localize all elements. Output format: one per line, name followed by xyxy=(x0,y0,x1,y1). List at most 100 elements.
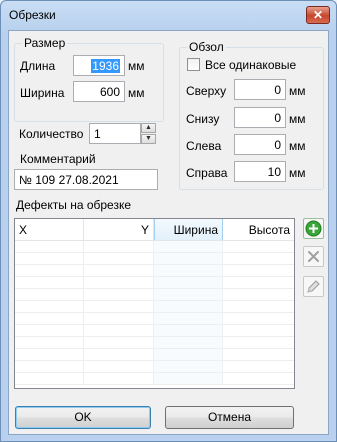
table-empty-cell xyxy=(223,253,294,264)
table-empty-cell xyxy=(223,337,294,348)
table-empty-cell xyxy=(84,361,154,372)
table-empty-cell xyxy=(15,277,84,288)
table-empty-cell xyxy=(154,325,223,336)
all-equal-checkbox[interactable] xyxy=(187,58,200,71)
edit-defect-button[interactable] xyxy=(303,276,324,297)
close-icon: ✕ xyxy=(312,8,324,22)
table-body xyxy=(15,241,294,385)
table-empty-cell xyxy=(154,361,223,372)
table-empty-cell xyxy=(84,265,154,276)
bottom-input[interactable]: 0 xyxy=(234,107,286,128)
length-unit: мм xyxy=(128,59,145,73)
left-label: Слева xyxy=(186,139,222,153)
table-empty-row xyxy=(15,373,294,385)
table-empty-cell xyxy=(15,253,84,264)
table-empty-cell xyxy=(154,313,223,324)
bottom-unit: мм xyxy=(289,112,306,126)
table-empty-cell xyxy=(154,373,223,384)
spin-up-icon[interactable]: ▲ xyxy=(141,123,156,133)
column-header-x[interactable]: X xyxy=(15,219,84,240)
table-empty-cell xyxy=(15,313,84,324)
table-empty-cell xyxy=(84,241,154,252)
table-empty-row xyxy=(15,313,294,325)
column-header-width[interactable]: Ширина xyxy=(154,219,223,240)
width-input[interactable]: 600 xyxy=(73,81,125,102)
table-empty-cell xyxy=(15,361,84,372)
table-empty-row xyxy=(15,265,294,277)
comment-label: Комментарий xyxy=(20,152,96,166)
bottom-value: 0 xyxy=(274,111,281,125)
right-value: 10 xyxy=(267,165,281,179)
table-empty-cell xyxy=(84,253,154,264)
table-empty-cell xyxy=(223,373,294,384)
width-unit: мм xyxy=(128,86,145,100)
table-empty-cell xyxy=(154,241,223,252)
table-empty-cell xyxy=(223,289,294,300)
left-unit: мм xyxy=(289,139,306,153)
ok-button-label: OK xyxy=(74,410,92,424)
table-empty-cell xyxy=(223,241,294,252)
table-empty-cell xyxy=(154,277,223,288)
table-empty-row xyxy=(15,361,294,373)
right-input[interactable]: 10 xyxy=(234,161,286,182)
top-input[interactable]: 0 xyxy=(234,79,286,100)
table-empty-cell xyxy=(15,337,84,348)
defects-table[interactable]: X Y Ширина Высота xyxy=(14,218,295,389)
cancel-button-label: Отмена xyxy=(207,410,252,424)
table-empty-row xyxy=(15,349,294,361)
table-empty-row xyxy=(15,289,294,301)
column-header-height[interactable]: Высота xyxy=(223,219,294,240)
table-empty-cell xyxy=(223,301,294,312)
table-empty-cell xyxy=(223,265,294,276)
add-icon xyxy=(305,220,322,237)
table-empty-cell xyxy=(15,301,84,312)
table-empty-cell xyxy=(15,373,84,384)
table-empty-cell xyxy=(154,289,223,300)
title-bar[interactable]: Обрезки ✕ xyxy=(1,1,336,29)
quantity-stepper[interactable]: ▲ ▼ xyxy=(141,123,156,144)
table-empty-cell xyxy=(223,325,294,336)
table-empty-cell xyxy=(84,349,154,360)
column-header-y[interactable]: Y xyxy=(84,219,154,240)
cancel-button[interactable]: Отмена xyxy=(165,406,294,429)
size-group-legend: Размер xyxy=(22,36,68,50)
width-value: 600 xyxy=(99,85,120,99)
spin-down-icon[interactable]: ▼ xyxy=(141,134,156,144)
table-empty-row xyxy=(15,301,294,313)
table-empty-cell xyxy=(84,325,154,336)
table-empty-cell xyxy=(84,301,154,312)
length-label: Длина xyxy=(20,59,56,73)
comment-value: № 109 27.08.2021 xyxy=(19,173,119,187)
close-button[interactable]: ✕ xyxy=(306,6,330,24)
table-header: X Y Ширина Высота xyxy=(15,219,294,241)
table-empty-row xyxy=(15,241,294,253)
right-unit: мм xyxy=(289,166,306,180)
length-input[interactable]: 1936 xyxy=(73,55,125,76)
add-defect-button[interactable] xyxy=(303,218,324,239)
delete-defect-button[interactable] xyxy=(303,246,324,267)
right-label: Справа xyxy=(186,166,228,180)
table-empty-cell xyxy=(223,313,294,324)
table-empty-cell xyxy=(84,313,154,324)
table-empty-cell xyxy=(84,289,154,300)
defects-label: Дефекты на обрезке xyxy=(16,198,132,212)
left-input[interactable]: 0 xyxy=(234,134,286,155)
quantity-label: Количество xyxy=(19,127,84,141)
all-equal-label[interactable]: Все одинаковые xyxy=(205,58,296,72)
table-empty-cell xyxy=(15,349,84,360)
table-empty-cell xyxy=(223,349,294,360)
ok-button[interactable]: OK xyxy=(15,406,151,429)
dialog-window: Обрезки ✕ Размер Длина 1936 мм Ширина 60… xyxy=(0,0,337,442)
comment-input[interactable]: № 109 27.08.2021 xyxy=(14,169,158,190)
quantity-value: 1 xyxy=(94,127,101,141)
quantity-input[interactable]: 1 xyxy=(89,123,141,144)
left-value: 0 xyxy=(274,138,281,152)
top-label: Сверху xyxy=(186,84,227,98)
table-empty-cell xyxy=(154,253,223,264)
length-value: 1936 xyxy=(91,59,120,73)
table-empty-cell xyxy=(15,241,84,252)
table-empty-cell xyxy=(15,289,84,300)
table-empty-cell xyxy=(223,277,294,288)
trim-group-legend: Обзол xyxy=(187,40,226,54)
table-empty-row xyxy=(15,277,294,289)
